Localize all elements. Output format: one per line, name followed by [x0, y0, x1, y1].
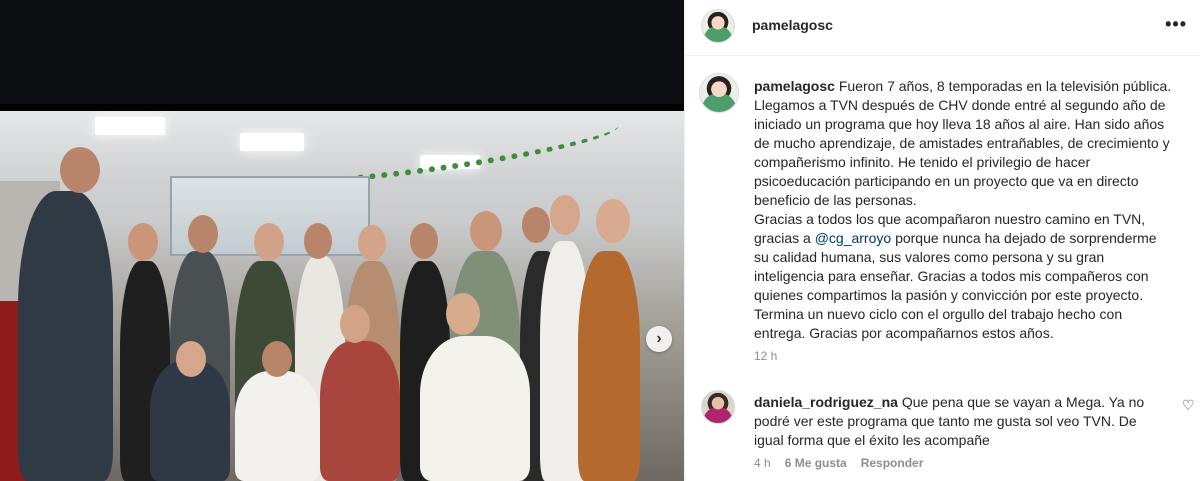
comment-username[interactable]: daniela_rodriguez_na [754, 394, 898, 410]
caption-username[interactable]: pamelagosc [754, 78, 835, 94]
mention-link[interactable]: @cg_arroyo [815, 230, 891, 246]
caption-timestamp[interactable]: 12 h [754, 349, 777, 363]
next-image-button[interactable]: › [646, 326, 672, 352]
avatar[interactable] [701, 9, 735, 43]
author-username[interactable]: pamelagosc [752, 17, 833, 33]
comment-timestamp[interactable]: 4 h [754, 456, 771, 470]
caption-body: Fueron 7 años, 8 temporadas en la televi… [754, 78, 1172, 208]
media-letterbox [0, 0, 684, 104]
post-header: pamelagosc ••• [685, 0, 1200, 56]
chevron-right-icon: › [656, 330, 662, 347]
caption-body-3: porque nunca ha dejado de sorprenderme s… [754, 230, 1157, 341]
comment-likes[interactable]: 6 Me gusta [785, 456, 847, 470]
reply-button[interactable]: Responder [861, 456, 924, 470]
caption-text: pamelagosc Fueron 7 años, 8 temporadas e… [754, 77, 1174, 343]
post-sidebar: pamelagosc ••• pamelagosc Fueron 7 años,… [684, 0, 1200, 481]
heart-outline-icon[interactable]: ♡ [1182, 397, 1195, 414]
comment-text: daniela_rodriguez_na Que pena que se vay… [754, 393, 1166, 450]
avatar[interactable] [699, 73, 739, 113]
more-horizontal-icon[interactable]: ••• [1165, 14, 1187, 35]
group-photo: › [0, 111, 684, 481]
avatar[interactable] [701, 390, 735, 424]
post-media: › [0, 0, 684, 481]
comment-meta: 4 h 6 Me gusta Responder [754, 456, 923, 470]
